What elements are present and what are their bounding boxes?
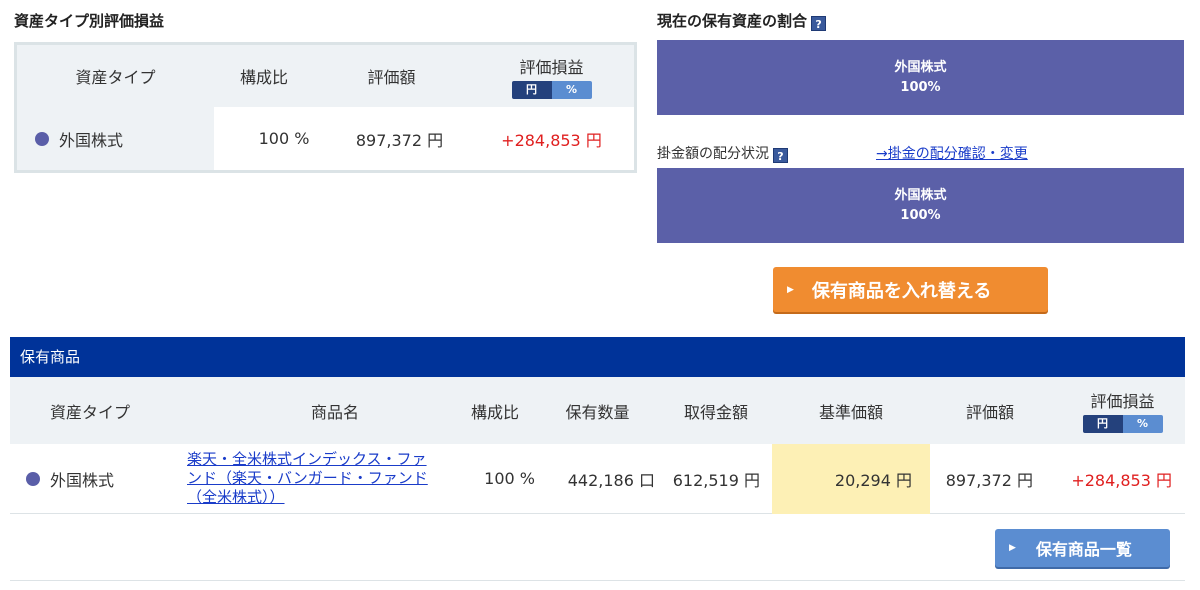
hold-row-ratio: 100 %	[484, 469, 535, 488]
hold-toggle-percent[interactable]: %	[1122, 415, 1163, 433]
hold-gain-unit-toggle[interactable]: 円 %	[1082, 415, 1163, 433]
holdings-list-button[interactable]: ▶ 保有商品一覧	[995, 529, 1170, 567]
current-allocation-bar: 外国株式 100%	[657, 40, 1184, 115]
product-name-link[interactable]: 楽天・全米株式インデックス・ファンド（楽天・バンガード・ファンド（全米株式））	[187, 450, 437, 507]
row-ratio: 100 %	[258, 129, 310, 148]
row-value: 897,372 円	[355, 130, 444, 150]
contribution-bar-pct: 100%	[900, 207, 941, 223]
hold-header-cost: 取得金額	[683, 402, 748, 422]
holdings-list-label: 保有商品一覧	[1035, 540, 1132, 559]
help-icon[interactable]: ?	[811, 16, 827, 31]
current-bar-label: 外国株式	[894, 59, 947, 75]
asset-color-dot	[35, 131, 49, 146]
summary-table: 資産タイプ 構成比 評価額 評価損益 円 % 外国株式 100 % 897,37…	[14, 42, 637, 173]
help-icon[interactable]: ?	[773, 148, 788, 163]
hold-row-nav: 20,294 円	[834, 470, 912, 490]
contribution-bar-label: 外国株式	[894, 187, 947, 203]
holdings-header-row: 資産タイプ 商品名 構成比 保有数量 取得金額 基準価額 評価額 評価損益 円 …	[10, 377, 1185, 444]
current-bar-pct: 100%	[900, 79, 941, 95]
table-row: 外国株式 楽天・全米株式インデックス・ファンド（楽天・バンガード・ファンド（全米…	[10, 444, 1185, 514]
hold-header-asset-type: 資産タイプ	[49, 402, 130, 422]
hold-row-value: 897,372 円	[945, 470, 1033, 490]
switch-holdings-label: 保有商品を入れ替える	[811, 280, 992, 302]
contribution-allocation-bar: 外国株式 100%	[657, 168, 1184, 243]
summary-title: 資産タイプ別評価損益	[14, 12, 165, 30]
switch-holdings-button[interactable]: ▶ 保有商品を入れ替える	[773, 267, 1048, 312]
hold-header-gain: 評価損益	[1090, 392, 1155, 411]
toggle-percent[interactable]: %	[551, 80, 592, 99]
hold-header-product: 商品名	[310, 402, 359, 422]
gain-unit-toggle[interactable]: 円 %	[511, 80, 592, 99]
hold-header-quantity: 保有数量	[565, 402, 630, 422]
toggle-yen[interactable]: 円	[511, 80, 552, 99]
contribution-title-text: 掛金額の配分状況	[657, 146, 769, 162]
hold-header-ratio: 構成比	[470, 402, 519, 422]
hold-row-gain: +284,853 円	[1071, 470, 1172, 490]
triangle-right-icon: ▶	[787, 284, 794, 295]
summary-header-row: 資産タイプ 構成比 評価額 評価損益 円 %	[17, 45, 634, 107]
current-allocation-title: 現在の保有資産の割合?	[657, 10, 827, 31]
triangle-right-icon: ▶	[1009, 543, 1016, 553]
hold-header-nav: 基準価額	[818, 402, 883, 422]
hold-row-quantity: 442,186 口	[567, 470, 655, 490]
header-gain: 評価損益	[519, 57, 584, 77]
hold-header-value: 評価額	[965, 402, 1014, 422]
header-value: 評価額	[367, 68, 416, 87]
holdings-title: 保有商品	[10, 337, 1185, 377]
header-asset-type: 資産タイプ	[75, 68, 156, 87]
hold-toggle-yen[interactable]: 円	[1082, 415, 1123, 433]
contribution-title: 掛金額の配分状況?	[657, 143, 788, 163]
current-allocation-title-text: 現在の保有資産の割合	[657, 12, 808, 30]
row-gain: +284,853 円	[501, 130, 602, 150]
row-asset-type: 外国株式	[59, 130, 124, 150]
summary-row: 外国株式 100 % 897,372 円 +284,853 円	[17, 107, 634, 170]
hold-row-cost: 612,519 円	[672, 470, 760, 490]
asset-color-dot	[26, 471, 40, 486]
contribution-change-link[interactable]: →掛金の配分確認・変更	[876, 143, 1028, 163]
header-ratio: 構成比	[239, 68, 288, 87]
hold-row-asset-type: 外国株式	[50, 470, 115, 490]
divider	[10, 580, 1185, 581]
